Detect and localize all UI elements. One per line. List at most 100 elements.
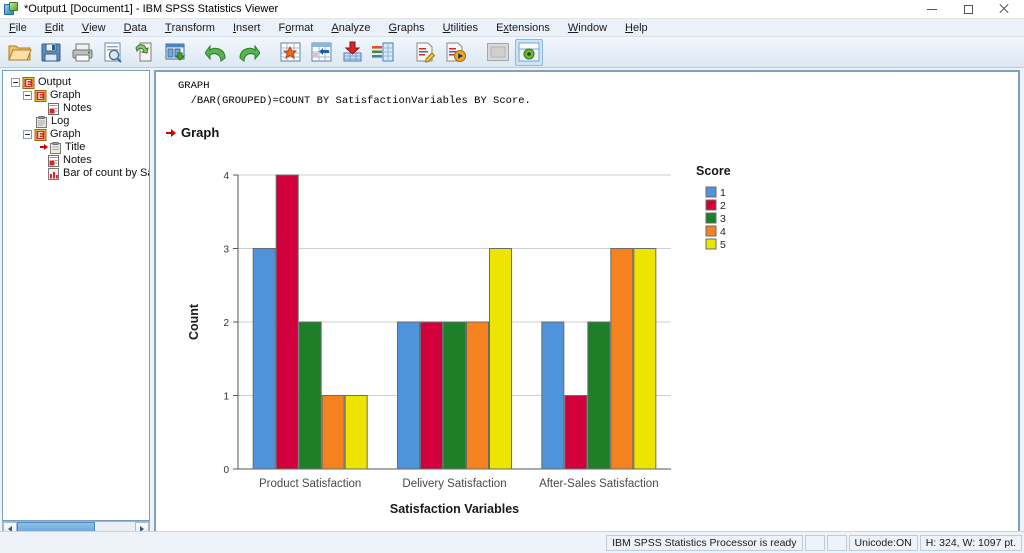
restore-button[interactable] — [950, 0, 986, 19]
main-area: E Output E Graph Notes Log E Graph Title… — [0, 68, 1024, 537]
legend-swatch[interactable] — [705, 186, 717, 198]
y-axis-tick-label: 2 — [223, 318, 229, 329]
bar-chart-svg[interactable]: 01234Product Satisfaction Delivery Satisf… — [176, 157, 916, 527]
expander-minus-icon[interactable] — [11, 78, 20, 87]
status-bar: IBM SPSS Statistics Processor is ready U… — [0, 531, 1024, 553]
bar-chart[interactable]: 0 1 2 3 4 Product Satisfaction Delivery Satisf… — [176, 157, 916, 527]
x-axis-title: Satisfaction Variables — [390, 502, 519, 516]
y-axis-tick-label: 3 — [223, 245, 229, 256]
status-blank-2 — [826, 534, 847, 551]
tree-item-output[interactable]: E Output — [11, 76, 149, 89]
chart-bar[interactable] — [489, 248, 512, 470]
chart-bar[interactable] — [275, 174, 299, 470]
chart-bar[interactable] — [252, 248, 276, 470]
insert-icon[interactable] — [338, 39, 366, 66]
promote-icon[interactable] — [484, 39, 512, 66]
tree-item-graph-2[interactable]: E Graph — [23, 128, 149, 141]
recall-dialog-icon[interactable] — [130, 39, 158, 66]
tree-item-label: Notes — [63, 154, 92, 166]
chart-bar[interactable] — [397, 321, 420, 470]
tree-item-notes-1[interactable]: Notes — [47, 102, 149, 115]
graph-heading[interactable]: Graph — [166, 125, 219, 140]
demote-icon[interactable] — [515, 38, 543, 66]
notes-icon — [47, 154, 60, 167]
menu-analyze[interactable]: Analyze — [322, 19, 379, 37]
syntax-line-2: /BAR(GROUPED)=COUNT BY SatisfactionVaria… — [178, 95, 531, 107]
tree-item-title[interactable]: Title — [40, 141, 149, 154]
chart-bar[interactable] — [298, 321, 322, 470]
expander-minus-icon[interactable] — [23, 130, 32, 139]
outline-tree[interactable]: E Output E Graph Notes Log E Graph Title… — [3, 71, 149, 180]
print-icon[interactable] — [68, 39, 96, 66]
spss-viewer-icon — [4, 1, 19, 17]
chart-bar[interactable] — [443, 321, 466, 470]
run-syntax-icon[interactable] — [442, 39, 470, 66]
menu-utilities[interactable]: Utilities — [434, 19, 487, 37]
open-file-icon[interactable] — [6, 39, 34, 66]
chart-bar[interactable] — [633, 248, 657, 470]
go-to-data-icon[interactable] — [307, 39, 335, 66]
save-icon[interactable] — [37, 39, 65, 66]
legend-label: 1 — [720, 187, 726, 199]
menu-graphs[interactable]: Graphs — [380, 19, 434, 37]
legend-swatch[interactable] — [705, 199, 717, 211]
chart-bar[interactable] — [420, 321, 443, 470]
variables-icon[interactable] — [369, 39, 397, 66]
chart-bar[interactable] — [321, 395, 345, 470]
tree-item-bar-chart[interactable]: Bar of count by Sa — [47, 167, 149, 180]
menu-view[interactable]: View — [73, 19, 115, 37]
edit-syntax-icon[interactable] — [411, 39, 439, 66]
status-dimensions: H: 324, W: 1097 pt. — [919, 534, 1022, 551]
menu-transform[interactable]: Transform — [156, 19, 224, 37]
tree-item-graph-1[interactable]: E Graph — [23, 89, 149, 102]
minimize-button[interactable] — [914, 0, 950, 19]
x-axis-category-label: Delivery Satisfaction — [402, 478, 506, 490]
output-pane[interactable]: GRAPH /BAR(GROUPED)=COUNT BY Satisfactio… — [154, 70, 1020, 535]
tree-item-log[interactable]: Log — [35, 115, 149, 128]
chart-bar[interactable] — [344, 395, 368, 470]
tree-item-notes-2[interactable]: Notes — [47, 154, 149, 167]
svg-text:E: E — [26, 79, 32, 88]
chart-bar[interactable] — [610, 248, 634, 470]
chart-bar[interactable] — [587, 321, 611, 470]
red-arrow-marker-icon — [166, 128, 176, 138]
export-icon[interactable] — [161, 39, 189, 66]
window-title: *Output1 [Document1] - IBM SPSS Statisti… — [24, 3, 279, 15]
y-axis-title: Count — [187, 303, 201, 340]
menu-extensions[interactable]: Ex tensions — [487, 19, 559, 37]
title-icon — [49, 141, 62, 154]
undo-icon[interactable] — [203, 39, 231, 66]
chart-bar[interactable] — [541, 321, 565, 470]
tree-item-label: Graph — [50, 89, 81, 101]
print-preview-icon[interactable] — [99, 39, 127, 66]
notes-icon — [47, 102, 60, 115]
menu-window[interactable]: Window — [559, 19, 616, 37]
chart-bar[interactable] — [564, 395, 588, 470]
menu-edit[interactable]: Edit — [36, 19, 73, 37]
graph-heading-label: Graph — [181, 125, 220, 140]
legend-swatch[interactable] — [705, 238, 717, 250]
legend-label: 5 — [720, 239, 726, 251]
x-axis-category-label: After-Sales Satisfaction — [539, 478, 659, 490]
menu-file[interactable]: File — [0, 19, 36, 37]
legend-swatch[interactable] — [705, 225, 717, 237]
chart-bar[interactable] — [466, 321, 489, 470]
go-to-case-icon[interactable] — [276, 39, 304, 66]
tree-item-label: Log — [51, 115, 70, 127]
syntax-line-1: GRAPH — [178, 80, 210, 92]
menu-help[interactable]: Help — [616, 19, 657, 37]
svg-text:E: E — [38, 92, 44, 101]
expander-minus-icon[interactable] — [23, 91, 32, 100]
menu-data[interactable]: Data — [115, 19, 156, 37]
toolbar — [0, 37, 1024, 68]
outline-pane[interactable]: E Output E Graph Notes Log E Graph Title… — [2, 70, 150, 521]
redo-icon[interactable] — [234, 39, 262, 66]
close-button[interactable] — [986, 0, 1022, 19]
tree-item-label: Output — [38, 76, 72, 88]
x-axis-category-label: Product Satisfaction — [259, 478, 361, 490]
output-icon: E — [22, 76, 35, 89]
bar-chart-icon — [47, 167, 60, 180]
legend-swatch[interactable] — [705, 212, 717, 224]
menu-insert[interactable]: Insert — [224, 19, 270, 37]
menu-format[interactable]: Fo rmat — [270, 19, 323, 37]
